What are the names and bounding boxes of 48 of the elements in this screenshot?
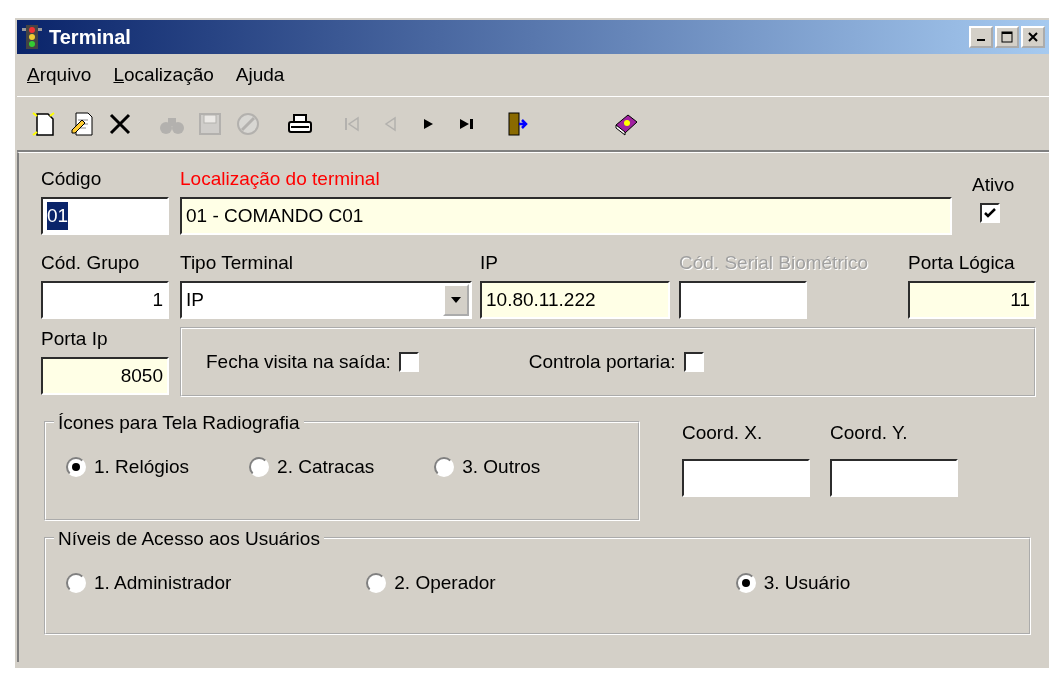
minimize-button[interactable] bbox=[969, 26, 993, 48]
input-field[interactable]: 8050 bbox=[41, 357, 169, 395]
radio-label: 3. Usuário bbox=[763, 571, 851, 595]
input-field[interactable] bbox=[830, 459, 958, 497]
radio-button[interactable] bbox=[66, 457, 86, 478]
input-field[interactable]: 11 bbox=[908, 281, 1036, 319]
radio-button[interactable] bbox=[735, 573, 756, 594]
checkbox-label: Fecha visita na saída: bbox=[206, 350, 391, 374]
document-pencil-icon[interactable] bbox=[68, 109, 96, 138]
close-icon[interactable] bbox=[1027, 31, 1039, 43]
checkbox[interactable] bbox=[683, 352, 704, 372]
radio-label: 1. Relógios bbox=[94, 455, 190, 479]
radio-label: 1. Administrador bbox=[94, 571, 232, 595]
check-mark-icon bbox=[983, 206, 997, 220]
field-label: Localização do terminal bbox=[180, 167, 380, 191]
traffic-light-icon bbox=[21, 24, 43, 50]
field-label: Porta Ip bbox=[41, 327, 108, 351]
maximize-icon[interactable] bbox=[1001, 31, 1013, 43]
close-button[interactable] bbox=[1021, 26, 1045, 48]
window-title: Terminal bbox=[49, 25, 131, 50]
field-label: IP bbox=[480, 251, 498, 275]
menu-item[interactable]: Localização bbox=[113, 60, 214, 90]
radio-label: 2. Catracas bbox=[277, 455, 375, 479]
field-label: Porta Lógica bbox=[908, 251, 1015, 275]
radio-button[interactable] bbox=[434, 457, 455, 478]
input-field[interactable]: 01 - COMANDO C01 bbox=[180, 197, 952, 235]
checkbox[interactable] bbox=[980, 203, 1000, 223]
field-label: Ativo bbox=[972, 173, 1015, 197]
radio-button[interactable] bbox=[249, 457, 270, 478]
input-field[interactable] bbox=[682, 459, 810, 497]
input-field[interactable]: 10.80.11.222 bbox=[480, 281, 670, 319]
field-label: Tipo Terminal bbox=[180, 251, 293, 275]
radio-label: 2. Operador bbox=[394, 571, 496, 595]
menu-item[interactable]: Arquivo bbox=[27, 60, 92, 90]
field-label: Cód. Grupo bbox=[41, 251, 140, 275]
maximize-button[interactable] bbox=[995, 26, 1019, 48]
checkbox[interactable] bbox=[398, 352, 419, 372]
radio-label: 3. Outros bbox=[462, 455, 541, 479]
field-label: Coord. X. bbox=[682, 421, 763, 445]
checkbox-label: Controla portaria: bbox=[528, 350, 676, 374]
field-label: Código bbox=[41, 167, 102, 191]
field-label: Coord. Y. bbox=[830, 421, 908, 445]
input-field[interactable]: 01 bbox=[41, 197, 169, 235]
menu-item[interactable]: Ajuda bbox=[235, 60, 285, 90]
radio-button[interactable] bbox=[366, 573, 387, 594]
dropdown[interactable]: IP bbox=[180, 281, 472, 319]
input-field[interactable]: 1 bbox=[41, 281, 169, 319]
radio-button[interactable] bbox=[66, 573, 86, 594]
